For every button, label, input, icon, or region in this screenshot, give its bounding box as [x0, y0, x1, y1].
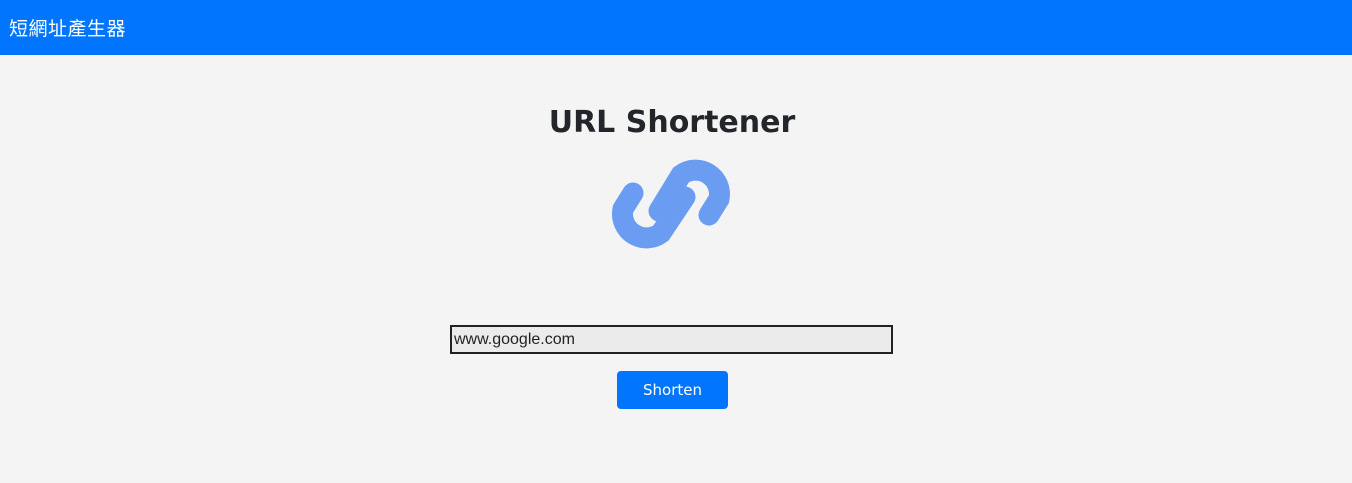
url-input[interactable] [450, 325, 893, 354]
page-title: URL Shortener [548, 105, 796, 140]
shorten-button[interactable]: Shorten [617, 371, 728, 409]
main-content: URL Shortener Shorten [0, 55, 1352, 483]
navbar: 短網址產生器 [0, 0, 1352, 55]
link-icon [611, 145, 735, 265]
navbar-brand[interactable]: 短網址產生器 [9, 14, 126, 41]
